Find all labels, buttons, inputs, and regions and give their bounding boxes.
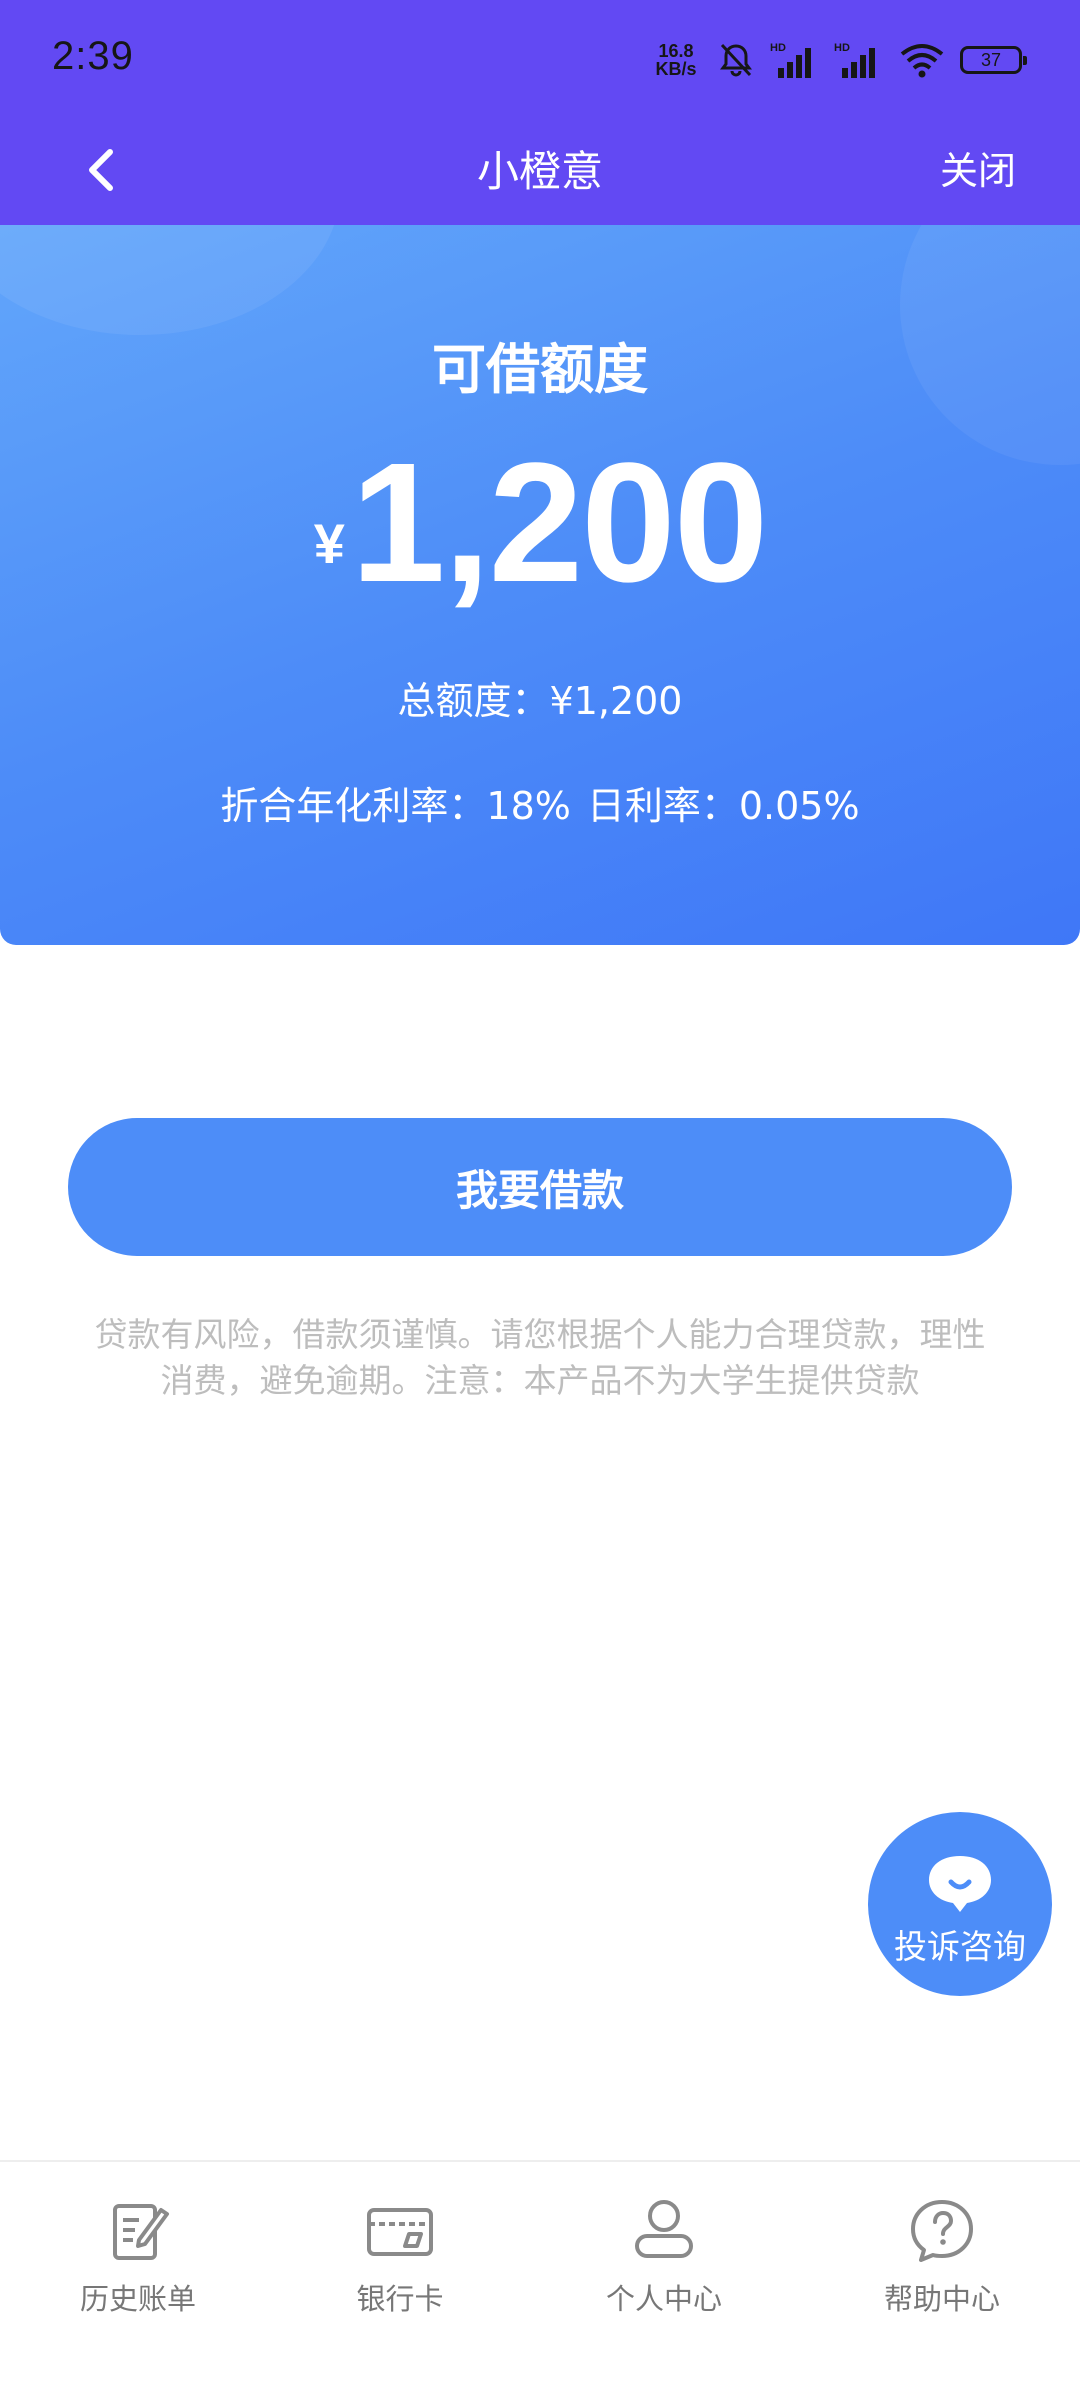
risk-disclaimer: 贷款有风险，借款须谨慎。请您根据个人能力合理贷款，理性 消费，避免逾期。注意：本… [60,1312,1020,1404]
annual-rate: 折合年化利率：18% [220,784,571,828]
tab-label: 帮助中心 [883,2282,1000,2316]
battery-level: 37 [980,49,1002,70]
svg-text:HD: HD [834,42,850,54]
tab-bank-card[interactable]: 银行卡 [290,2196,510,2356]
close-button[interactable]: 关闭 [940,140,1016,195]
page-title: 小橙意 [476,147,603,196]
tab-label: 银行卡 [356,2282,444,2316]
borrow-button[interactable]: 我要借款 [68,1118,1012,1256]
nav-bar: 小橙意 关闭 [0,120,1080,225]
available-limit-label: 可借额度 [432,338,648,401]
tab-label: 历史账单 [79,2282,196,2316]
credit-limit-card: 可借额度 ¥1,200 总额度：¥1,200 折合年化利率：18% 日利率：0.0… [0,225,1080,945]
bell-muted-icon [720,43,752,77]
status-time: 2:39 [52,34,134,78]
amount-value: 1,200 [350,428,768,618]
tab-history-bill[interactable]: 历史账单 [28,2196,248,2356]
complaint-consult-button[interactable]: 投诉咨询 [868,1812,1052,1996]
chat-bubble-icon [929,1856,991,1912]
network-speed-value: 16.8 [658,41,694,61]
help-icon [911,2200,973,2262]
status-icons: 16.8 KB/s HD HD 37 [650,38,1027,82]
currency-symbol: ¥ [313,512,345,575]
rate-info: 折合年化利率：18% 日利率：0.05% [0,775,1080,830]
battery-icon: 37 [960,46,1027,74]
network-speed-unit: KB/s [655,59,697,79]
signal-hd-2-icon: HD [834,42,875,78]
svg-text:HD: HD [770,42,786,54]
bottom-tab-bar: 历史账单 银行卡 个人中心 帮助中心 [0,2160,1080,2402]
user-icon [635,2200,693,2258]
complaint-consult-label: 投诉咨询 [894,1927,1026,1966]
available-limit-amount: ¥1,200 [0,425,1080,621]
daily-rate: 日利率：0.05% [586,784,860,828]
tab-label: 个人中心 [605,2282,722,2316]
bill-edit-icon [113,2204,169,2260]
tab-help-center[interactable]: 帮助中心 [832,2196,1052,2356]
disclaimer-line: 贷款有风险，借款须谨慎。请您根据个人能力合理贷款，理性 [94,1315,986,1354]
tab-personal-center[interactable]: 个人中心 [554,2196,774,2356]
wifi-icon [900,44,944,78]
status-bar: 2:39 16.8 KB/s HD HD 37 [0,0,1080,120]
network-speed: 16.8 KB/s [650,42,702,78]
decorative-circle [0,225,340,335]
signal-hd-1-icon: HD [770,42,811,78]
disclaimer-line: 消费，避免逾期。注意：本产品不为大学生提供贷款 [160,1361,920,1400]
bank-card-icon [367,2208,433,2256]
total-quota: 总额度：¥1,200 [397,679,683,723]
